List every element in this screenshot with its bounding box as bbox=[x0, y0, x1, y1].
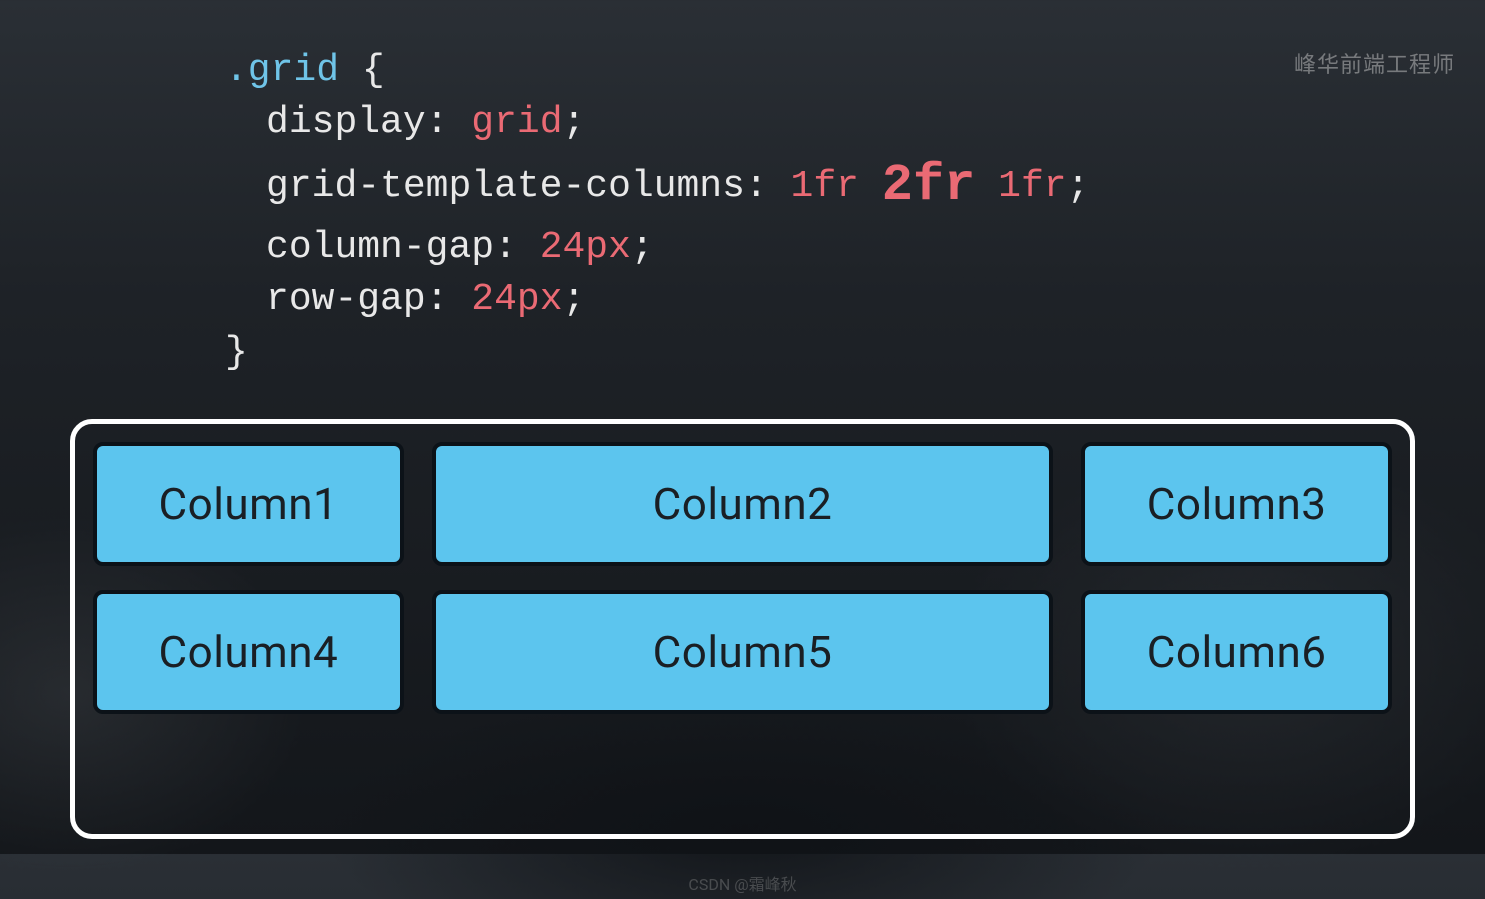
code-value: 24px bbox=[540, 226, 631, 269]
code-value: 24px bbox=[471, 278, 562, 321]
code-value: grid bbox=[471, 101, 562, 144]
code-value-emphasis: 2fr bbox=[882, 156, 976, 215]
watermark-bottom: CSDN @霜峰秋 bbox=[688, 871, 796, 895]
code-prop: row-gap bbox=[266, 278, 426, 321]
code-prop: grid-template-columns bbox=[266, 165, 745, 208]
code-value: 1fr bbox=[791, 165, 882, 208]
grid-cell: Column3 bbox=[1081, 442, 1392, 566]
css-code-block: .grid { display: grid; grid-template-col… bbox=[225, 45, 1485, 379]
code-prop: display bbox=[266, 101, 426, 144]
brace-close: } bbox=[225, 331, 248, 374]
code-selector: .grid bbox=[225, 49, 339, 92]
grid-cell: Column2 bbox=[432, 442, 1054, 566]
grid-cell: Column5 bbox=[432, 590, 1054, 714]
grid-cell: Column4 bbox=[93, 590, 404, 714]
code-value: 1fr bbox=[975, 165, 1066, 208]
grid-cell: Column6 bbox=[1081, 590, 1392, 714]
grid-cell: Column1 bbox=[93, 442, 404, 566]
grid-demo: Column1 Column2 Column3 Column4 Column5 … bbox=[93, 442, 1392, 714]
brace-open: { bbox=[339, 49, 385, 92]
grid-container: Column1 Column2 Column3 Column4 Column5 … bbox=[70, 419, 1415, 839]
code-prop: column-gap bbox=[266, 226, 494, 269]
watermark-top: 峰华前端工程师 bbox=[1294, 47, 1455, 79]
